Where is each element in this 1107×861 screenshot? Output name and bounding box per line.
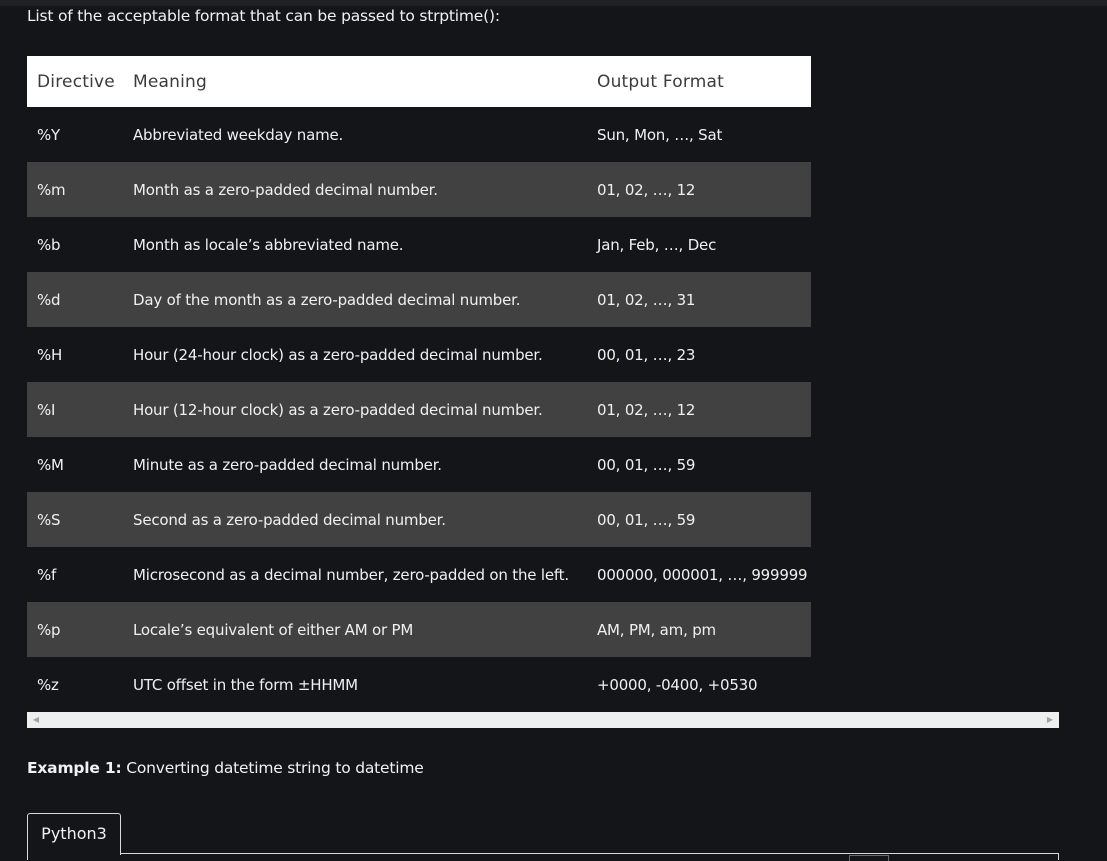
cell-output: 01, 02, …, 31 [587, 272, 811, 327]
cell-directive: %S [27, 492, 123, 547]
header-meaning: Meaning [123, 56, 587, 107]
cell-output: 00, 01, …, 59 [587, 492, 811, 547]
cell-directive: %H [27, 327, 123, 382]
cell-meaning: UTC offset in the form ±HHMM [123, 657, 587, 712]
table-row: %m Month as a zero-padded decimal number… [27, 162, 811, 217]
table-row: %H Hour (24-hour clock) as a zero-padded… [27, 327, 811, 382]
table-row: %f Microsecond as a decimal number, zero… [27, 547, 811, 602]
table-row: %S Second as a zero-padded decimal numbe… [27, 492, 811, 547]
triangle-left-icon[interactable]: ◀ [29, 712, 43, 728]
cell-output: 01, 02, …, 12 [587, 382, 811, 437]
code-toolbar-button[interactable] [849, 855, 889, 861]
cell-output: +0000, -0400, +0530 [587, 657, 811, 712]
intro-text: List of the acceptable format that can b… [27, 7, 500, 25]
cell-meaning: Month as locale’s abbreviated name. [123, 217, 587, 272]
cell-directive: %p [27, 602, 123, 657]
cell-output: Jan, Feb, …, Dec [587, 217, 811, 272]
cell-meaning: Hour (24-hour clock) as a zero-padded de… [123, 327, 587, 382]
triangle-right-icon[interactable]: ▶ [1043, 712, 1057, 728]
cell-meaning: Abbreviated weekday name. [123, 107, 587, 162]
cell-directive: %m [27, 162, 123, 217]
cell-directive: %f [27, 547, 123, 602]
code-panel-border [119, 853, 1059, 854]
example-text: Converting datetime string to datetime [121, 759, 424, 777]
cell-directive: %Y [27, 107, 123, 162]
cell-output: 000000, 000001, …, 999999 [587, 547, 811, 602]
cell-directive: %d [27, 272, 123, 327]
example-label: Example 1: [27, 759, 122, 777]
table-row: %p Locale’s equivalent of either AM or P… [27, 602, 811, 657]
top-border [0, 0, 1107, 6]
cell-meaning: Locale’s equivalent of either AM or PM [123, 602, 587, 657]
cell-output: Sun, Mon, …, Sat [587, 107, 811, 162]
table-row: %b Month as locale’s abbreviated name. J… [27, 217, 811, 272]
cell-directive: %M [27, 437, 123, 492]
table-row: %M Minute as a zero-padded decimal numbe… [27, 437, 811, 492]
cell-meaning: Second as a zero-padded decimal number. [123, 492, 587, 547]
table-row: %Y Abbreviated weekday name. Sun, Mon, …… [27, 107, 811, 162]
table-row: %z UTC offset in the form ±HHMM +0000, -… [27, 657, 811, 712]
cell-output: 00, 01, …, 23 [587, 327, 811, 382]
table-row: %I Hour (12-hour clock) as a zero-padded… [27, 382, 811, 437]
format-table-container: Directive Meaning Output Format %Y Abbre… [27, 56, 811, 712]
cell-meaning: Month as a zero-padded decimal number. [123, 162, 587, 217]
cell-directive: %z [27, 657, 123, 712]
table-row: %d Day of the month as a zero-padded dec… [27, 272, 811, 327]
cell-directive: %I [27, 382, 123, 437]
example-heading: Example 1: Converting datetime string to… [27, 759, 424, 777]
cell-meaning: Day of the month as a zero-padded decima… [123, 272, 587, 327]
format-table: Directive Meaning Output Format %Y Abbre… [27, 56, 811, 712]
cell-output: 01, 02, …, 12 [587, 162, 811, 217]
cell-meaning: Microsecond as a decimal number, zero-pa… [123, 547, 587, 602]
horizontal-scrollbar[interactable]: ◀ ▶ [27, 712, 1059, 728]
cell-directive: %b [27, 217, 123, 272]
header-directive: Directive [27, 56, 123, 107]
table-header-row: Directive Meaning Output Format [27, 56, 811, 107]
cell-output: 00, 01, …, 59 [587, 437, 811, 492]
cell-meaning: Minute as a zero-padded decimal number. [123, 437, 587, 492]
cell-output: AM, PM, am, pm [587, 602, 811, 657]
code-panel-border-right [1058, 854, 1059, 860]
cell-meaning: Hour (12-hour clock) as a zero-padded de… [123, 382, 587, 437]
header-output-format: Output Format [587, 56, 811, 107]
tab-python3[interactable]: Python3 [27, 813, 121, 855]
